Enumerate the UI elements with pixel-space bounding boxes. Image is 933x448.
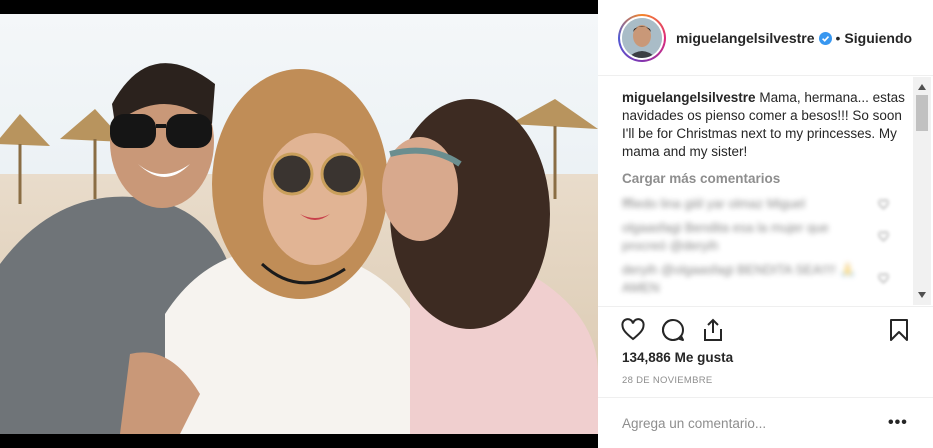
comment-item: olgaasfagi Bendita esa la mujer que proc… (622, 220, 829, 253)
post-header: miguelangelsilvestre • Siguiendo (598, 0, 933, 76)
avatar-image (622, 18, 662, 58)
header-username[interactable]: miguelangelsilvestre (676, 30, 815, 46)
comment-icon[interactable] (660, 317, 686, 343)
post-photo[interactable] (0, 14, 598, 434)
more-options-button[interactable]: ••• (888, 414, 908, 432)
post-details-panel: miguelangelsilvestre • Siguiendo miguela… (598, 0, 933, 448)
share-icon[interactable] (700, 317, 726, 343)
verified-badge-icon (818, 31, 832, 45)
likes-count[interactable]: 134,886 Me gusta (622, 350, 733, 365)
caption-username[interactable]: miguelangelsilvestre (622, 90, 756, 105)
scroll-up-icon (918, 84, 926, 90)
comment-like-icon[interactable] (878, 199, 889, 210)
avatar[interactable] (618, 14, 666, 62)
action-bar (598, 306, 933, 352)
scroll-down-icon (918, 292, 926, 298)
comments-section[interactable]: miguelangelsilvestre Mama, hermana... es… (598, 77, 933, 306)
load-more-comments-button[interactable]: Cargar más comentarios (622, 171, 780, 186)
scroll-up-button[interactable] (913, 79, 931, 95)
following-button[interactable]: Siguiendo (844, 30, 912, 46)
comment-like-icon[interactable] (878, 231, 889, 242)
likes-label: Me gusta (674, 350, 734, 365)
heart-icon[interactable] (620, 317, 646, 343)
scroll-thumb[interactable] (916, 95, 928, 131)
comment-like-icon[interactable] (878, 273, 889, 284)
caption: miguelangelsilvestre Mama, hermana... es… (622, 89, 912, 161)
post-date[interactable]: 28 DE NOVIEMBRE (622, 375, 713, 386)
add-comment-bar: Agrega un comentario... ••• (598, 397, 933, 448)
header-separator: • (835, 30, 841, 46)
post-media-area (0, 0, 598, 448)
comment-item: deryih @olgaasfagi BENDITA SEA!!!! 🙏 AME… (622, 262, 856, 295)
comments-scrollbar[interactable] (913, 77, 931, 305)
comment-input[interactable]: Agrega un comentario... (622, 416, 766, 431)
likes-number: 134,886 (622, 350, 671, 365)
scroll-down-button[interactable] (913, 287, 931, 303)
post-photo-illustration (0, 14, 598, 434)
bookmark-icon[interactable] (886, 317, 912, 343)
avatar-illustration (622, 18, 662, 58)
header-user-line: miguelangelsilvestre • Siguiendo (676, 30, 912, 46)
comment-item: fffiedo lina giiil yar olmaz Miguel (622, 196, 806, 211)
